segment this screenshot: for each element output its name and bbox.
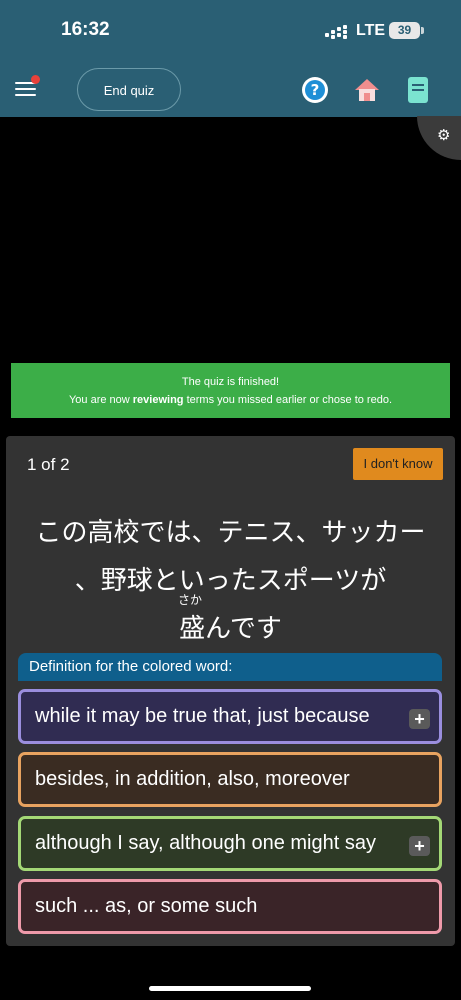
expand-plus-icon[interactable]: + — [409, 709, 430, 729]
answer-text: although I say, although one might say — [35, 832, 376, 854]
banner-text-end: terms you missed earlier or chose to red… — [183, 394, 393, 406]
answer-text: while it may be true that, just because — [35, 705, 370, 727]
answer-option[interactable]: while it may be true that, just because … — [18, 689, 442, 744]
status-time: 16:32 — [61, 19, 110, 40]
home-icon[interactable] — [353, 76, 381, 104]
network-label: LTE — [356, 22, 386, 39]
banner-bold: reviewing — [132, 394, 184, 406]
furigana: さか — [178, 593, 203, 607]
signal-icon — [325, 25, 347, 39]
definition-label: Definition for the colored word: — [18, 653, 442, 681]
dont-know-button[interactable]: I don't know — [353, 448, 443, 480]
gear-icon: ⚙ — [437, 127, 451, 144]
book-icon[interactable] — [404, 76, 432, 104]
home-indicator[interactable] — [149, 986, 311, 991]
sentence-line-2: 、野球といったスポーツが — [74, 565, 387, 595]
question-counter: 1 of 2 — [27, 455, 70, 474]
answer-text: besides, in addition, also, moreover — [35, 768, 350, 790]
question-sentence: この高校では、テニス、サッカー 、野球といったスポーツが 盛んです — [30, 508, 431, 652]
answer-option[interactable]: such ... as, or some such — [18, 879, 442, 934]
answer-text: such ... as, or some such — [35, 895, 258, 917]
battery-tip — [421, 27, 424, 34]
svg-text:?: ? — [311, 81, 320, 99]
answer-option[interactable]: although I say, although one might say + — [18, 816, 442, 871]
quiz-finished-banner: The quiz is finished! You are now review… — [11, 363, 450, 418]
expand-plus-icon[interactable]: + — [409, 836, 430, 856]
banner-text: You are now — [68, 394, 133, 406]
sentence-line-1: この高校では、テニス、サッカー — [35, 517, 426, 547]
notification-dot — [31, 75, 40, 84]
settings-tab[interactable]: ⚙ — [417, 116, 461, 160]
top-bar — [0, 0, 461, 117]
battery-icon: 39 — [389, 22, 420, 39]
help-icon[interactable]: ? — [301, 76, 329, 104]
banner-line2: You are now reviewing terms you missed e… — [11, 391, 450, 409]
answer-option[interactable]: besides, in addition, also, moreover — [18, 752, 442, 807]
end-quiz-button[interactable]: End quiz — [77, 68, 181, 111]
sentence-line-3: 盛んです — [179, 613, 282, 643]
banner-line1: The quiz is finished! — [181, 376, 280, 388]
